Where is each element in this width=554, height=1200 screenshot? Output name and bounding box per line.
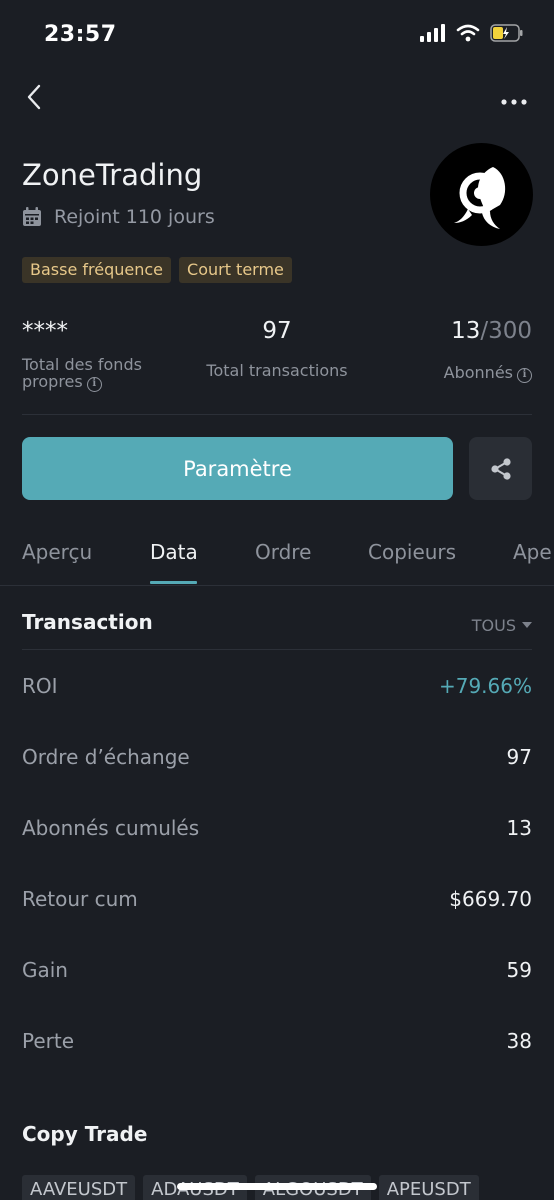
tab-copieurs[interactable]: Copieurs	[368, 540, 456, 564]
stat-transactions-value: 97	[262, 318, 292, 344]
subscribers-label-text: Abonnés	[443, 363, 513, 382]
avatar[interactable]	[430, 143, 533, 246]
stat-transactions-label: Total transactions	[206, 361, 348, 380]
more-button[interactable]	[500, 92, 528, 105]
stat-row-gain: Gain 59	[22, 955, 532, 985]
tab-data[interactable]: Data	[150, 540, 198, 564]
subscribers-current: 13	[451, 318, 481, 344]
stat-row-cum-return: Retour cum $669.70	[22, 884, 532, 914]
row-label: Retour cum	[22, 887, 138, 911]
tab-apercu[interactable]: Aperçu	[22, 540, 92, 564]
info-icon[interactable]: i	[517, 368, 532, 383]
stat-subscribers: 13/300 Abonnés i	[444, 318, 532, 383]
stat-subscribers-value: 13/300	[444, 318, 532, 344]
joined-info: Rejoint 110 jours	[22, 206, 215, 228]
stat-transactions: 97 Total transactions	[180, 318, 374, 379]
share-icon	[490, 457, 511, 480]
row-value: +79.66%	[438, 674, 532, 698]
back-button[interactable]	[20, 82, 50, 112]
joined-text: Rejoint 110 jours	[54, 206, 215, 228]
stat-row-subscribers: Abonnés cumulés 13	[22, 813, 532, 843]
stat-subscribers-label: Abonnés i	[444, 364, 532, 383]
subscribers-max: /300	[480, 318, 532, 344]
stat-funds-value: ****	[22, 318, 68, 344]
tab-ape[interactable]: Ape	[513, 540, 552, 564]
stat-funds-label-line2: propres	[22, 372, 83, 391]
symbol-chip[interactable]: AAVEUSDT	[22, 1175, 136, 1200]
stat-funds-label-line1: Total des fonds	[22, 355, 142, 374]
tag-list: Basse fréquence Court terme	[22, 257, 292, 283]
filter-dropdown[interactable]: TOUS	[472, 616, 532, 635]
active-tab-indicator	[150, 581, 197, 584]
divider	[22, 649, 532, 650]
row-value: 59	[506, 958, 532, 982]
tag: Court terme	[179, 257, 292, 283]
tab-ordre[interactable]: Ordre	[255, 540, 311, 564]
calendar-icon	[23, 207, 41, 226]
divider	[22, 414, 532, 415]
transaction-title: Transaction	[22, 610, 153, 634]
row-value: 38	[506, 1029, 532, 1053]
tab-bar: Aperçu Data Ordre Copieurs Ape	[0, 530, 554, 586]
stat-row-loss: Perte 38	[22, 1026, 532, 1056]
share-button[interactable]	[469, 437, 532, 500]
stat-funds-label: Total des fonds propres i	[22, 356, 142, 392]
status-time: 23:57	[44, 22, 117, 47]
stat-funds: **** Total des fonds propres i	[22, 318, 142, 392]
row-value: 13	[506, 816, 532, 840]
parameter-button[interactable]: Paramètre	[22, 437, 453, 500]
signal-icon	[420, 24, 445, 42]
stat-row-orders: Ordre d’échange 97	[22, 742, 532, 772]
row-value: $669.70	[449, 887, 532, 911]
stat-row-roi: ROI +79.66%	[22, 671, 532, 701]
info-icon[interactable]: i	[86, 377, 102, 392]
row-label: Ordre d’échange	[22, 745, 190, 769]
tag: Basse fréquence	[22, 257, 172, 283]
tab-bar-border	[0, 585, 554, 586]
row-value: 97	[506, 745, 532, 769]
symbol-chip[interactable]: APEUSDT	[378, 1175, 479, 1200]
battery-icon	[490, 24, 523, 42]
row-label: ROI	[22, 674, 58, 698]
filter-value: TOUS	[471, 616, 516, 635]
wifi-icon	[456, 24, 480, 42]
row-label: Abonnés cumulés	[22, 816, 200, 840]
row-label: Gain	[22, 958, 68, 982]
caret-down-icon	[522, 622, 532, 628]
rocket-logo-icon	[454, 167, 506, 229]
home-indicator[interactable]	[177, 1183, 377, 1190]
status-icons	[420, 24, 524, 42]
row-label: Perte	[22, 1029, 75, 1053]
profile-name: ZoneTrading	[22, 158, 203, 192]
status-bar: 23:57	[0, 0, 554, 70]
copy-trade-title: Copy Trade	[22, 1122, 148, 1146]
back-icon	[27, 84, 41, 110]
more-icon	[501, 99, 527, 105]
